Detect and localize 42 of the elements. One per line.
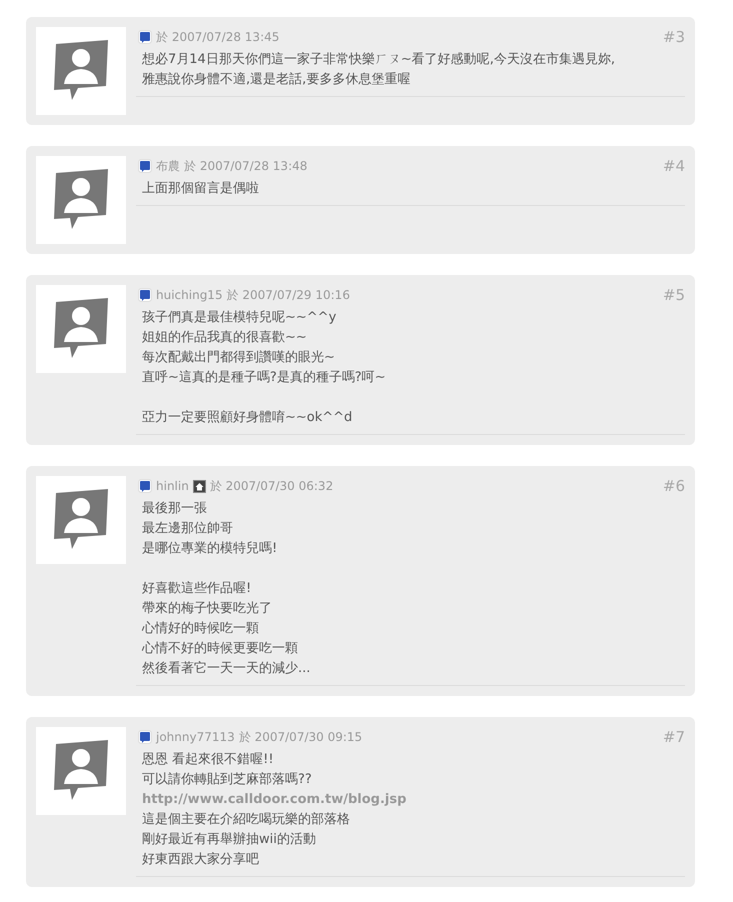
comment-line: 心情不好的時候更要吃一顆 — [142, 640, 299, 658]
comment-number: #5 — [662, 284, 685, 306]
comment-line: 每次配戴出門都得到讚嘆的眼光~ — [142, 349, 336, 367]
speech-bubble-icon — [138, 288, 152, 302]
comment-line: 最左邊那位帥哥 — [142, 520, 234, 538]
comment-line: 心情好的時候吃一顆 — [142, 620, 260, 638]
home-icon[interactable] — [192, 480, 206, 492]
speech-bubble-icon — [138, 158, 152, 174]
speech-bubble-icon — [138, 30, 152, 44]
comment-line: 亞力一定要照顧好身體唷~~ok^^d — [142, 409, 354, 427]
comment-line: 好東西跟大家分享吧 — [142, 851, 260, 869]
comment-line: 剛好最近有再舉辦抽wii的活動 — [142, 831, 317, 849]
comment-number: #6 — [662, 476, 685, 497]
comment-time: 於 2007/07/28 13:45 — [156, 29, 280, 46]
author-link[interactable]: huiching15 — [156, 286, 223, 304]
author-link[interactable]: hinlin — [156, 477, 189, 495]
comment-time: 於 2007/07/28 13:48 — [184, 158, 308, 175]
url-link[interactable]: http://www.calldoor.com.tw/blog.jsp — [142, 790, 685, 810]
author-link[interactable]: johnny77113 — [156, 728, 235, 746]
comment-line: 是哪位專業的模特兒嗎! — [142, 540, 278, 558]
comment-line: 可以請你轉貼到芝麻部落嗎?? — [142, 771, 313, 789]
comment-time: 於 2007/07/30 06:32 — [210, 478, 334, 495]
comment-number: #3 — [662, 26, 685, 48]
speech-bubble-icon — [138, 478, 152, 494]
comment-number: #7 — [662, 726, 685, 748]
comment-line: 恩恩 看起來很不錯喔!! — [142, 751, 275, 769]
comment-line: 這是個主要在介紹吃喝玩樂的部落格 — [142, 811, 351, 829]
comment-line: 最後那一張 — [142, 500, 208, 518]
comment-line: 上面那個留言是偶啦 — [142, 180, 260, 198]
author-link[interactable]: 布農 — [156, 157, 180, 175]
comment-line: 孩子們真是最佳模特兒呢~~^^y — [142, 309, 338, 327]
comment-line: 好喜歡這些作品喔! — [142, 580, 252, 598]
comment-time: 於 2007/07/29 10:16 — [226, 287, 350, 304]
comment-time: 於 2007/07/30 09:15 — [238, 729, 362, 746]
comment-line: 雅惠說你身體不適,還是老話,要多多休息堡重喔 — [142, 71, 412, 89]
comment-line: 姐姐的作品我真的很喜歡~~ — [142, 329, 308, 347]
comment-line: 想必7月14日那天你們這一家子非常快樂ㄏㄡ~看了好感動呢,今天沒在市集遇見妳, — [142, 51, 616, 69]
comment-line: 直呼~這真的是種子嗎?是真的種子嗎?呵~ — [142, 369, 387, 387]
speech-bubble-icon — [138, 730, 152, 744]
comment-line: 然後看著它一天一天的減少... — [142, 660, 312, 678]
comment-number: #4 — [662, 156, 685, 177]
comment-line: 帶來的梅子快要吃光了 — [142, 600, 273, 618]
